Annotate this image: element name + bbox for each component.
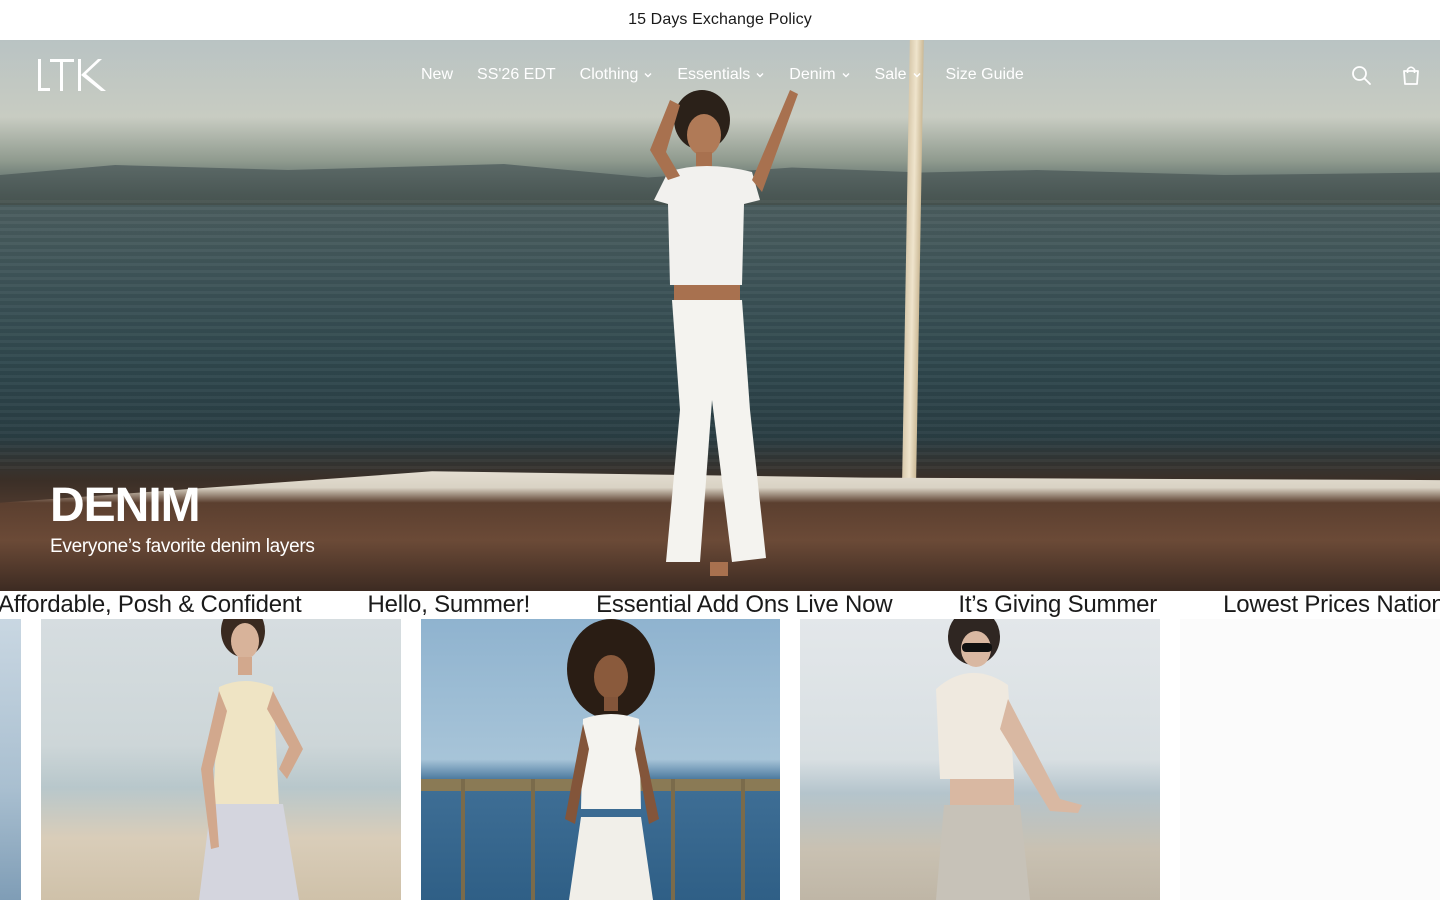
marquee-item: Lowest Prices Nationwide — [1223, 591, 1440, 618]
chevron-down-icon — [842, 73, 850, 78]
marquee-item: It’s Giving Summer — [958, 591, 1158, 618]
marquee-track: Affordable, Posh & Confident Hello, Summ… — [0, 591, 1440, 619]
marquee-item: Essential Add Ons Live Now — [596, 591, 893, 618]
announcement-text: 15 Days Exchange Policy — [628, 11, 812, 28]
nav-label: Denim — [789, 66, 836, 83]
marquee-item: Affordable, Posh & Confident — [0, 591, 302, 618]
product-card[interactable] — [1180, 619, 1440, 900]
nav-item-essentials[interactable]: Essentials — [677, 66, 765, 84]
product-image-model — [936, 619, 1082, 900]
marquee-item: Hello, Summer! — [367, 591, 531, 618]
hero-model-image — [650, 90, 798, 576]
nav-item-sale[interactable]: Sale — [875, 66, 922, 84]
product-image-railing-post — [461, 779, 465, 900]
nav-label: Clothing — [579, 66, 639, 83]
shopping-bag-icon[interactable] — [1400, 64, 1422, 86]
nav-label: Essentials — [677, 66, 751, 83]
nav-label: Sale — [874, 66, 907, 83]
nav-item-clothing[interactable]: Clothing — [580, 66, 654, 84]
hero-title: DENIM — [50, 479, 201, 532]
header-icons — [1350, 40, 1422, 110]
hero-banner[interactable]: DENIM Everyone’s favorite denim layers — [0, 40, 1440, 591]
site-header: New SS'26 EDT Clothing Essentials Denim … — [0, 40, 1440, 110]
nav-label: Size Guide — [945, 66, 1024, 83]
product-image-railing-post — [531, 779, 535, 900]
product-image-model — [199, 619, 303, 900]
product-card[interactable] — [800, 619, 1160, 900]
product-image-railing-post — [741, 779, 745, 900]
announcement-bar: 15 Days Exchange Policy — [0, 0, 1440, 40]
nav-item-ss26-edt[interactable]: SS'26 EDT — [477, 66, 556, 84]
chevron-down-icon — [913, 73, 921, 78]
nav-item-size-guide[interactable]: Size Guide — [946, 66, 1024, 84]
chevron-down-icon — [756, 73, 764, 78]
main-nav: New SS'26 EDT Clothing Essentials Denim … — [421, 40, 1024, 110]
product-card[interactable] — [41, 619, 401, 900]
nav-label: SS'26 EDT — [477, 66, 556, 83]
nav-item-denim[interactable]: Denim — [789, 66, 850, 84]
product-image-model — [565, 619, 659, 900]
promo-marquee: Affordable, Posh & Confident Hello, Summ… — [0, 591, 1440, 619]
nav-item-new[interactable]: New — [421, 66, 453, 84]
hero-text: DENIM Everyone’s favorite denim layers — [50, 482, 315, 558]
product-carousel — [0, 619, 1440, 900]
logo-icon[interactable] — [36, 57, 112, 93]
nav-label: New — [421, 66, 454, 83]
product-card[interactable] — [421, 619, 780, 900]
hero-subtitle: Everyone’s favorite denim layers — [50, 536, 315, 557]
search-icon[interactable] — [1350, 64, 1372, 86]
chevron-down-icon — [644, 73, 652, 78]
product-card[interactable] — [0, 619, 21, 900]
